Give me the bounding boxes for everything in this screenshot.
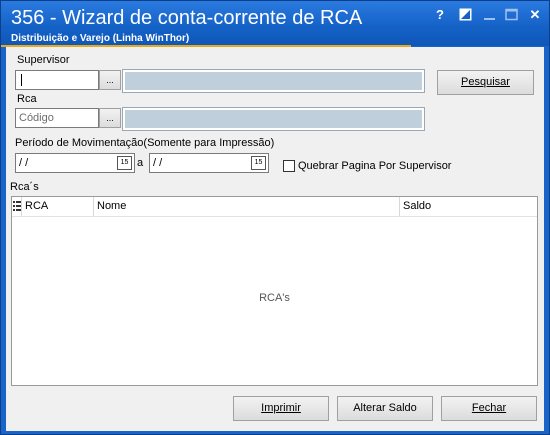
grid-empty-text: RCA's	[259, 292, 290, 304]
window-subtitle: Distribuição e Varejo (Linha WinThor)	[11, 33, 190, 44]
grid-menu-icon[interactable]	[12, 197, 22, 216]
supervisor-code-input[interactable]	[15, 70, 99, 90]
maximize-icon[interactable]	[504, 8, 518, 22]
periodo-end-value: / /	[153, 157, 163, 169]
fechar-label: Fechar	[471, 402, 507, 414]
restore-icon[interactable]	[458, 8, 472, 22]
periodo-start-value: / /	[19, 157, 29, 169]
fechar-button[interactable]: Fechar	[441, 396, 537, 421]
pesquisar-button[interactable]: Pesquisar	[437, 70, 534, 95]
grid-header: RCA Nome Saldo	[12, 197, 537, 217]
rca-name-field	[122, 107, 425, 131]
imprimir-button[interactable]: Imprimir	[233, 396, 329, 421]
periodo-end-input[interactable]: / / 15	[149, 153, 269, 173]
imprimir-label: Imprimir	[261, 402, 301, 414]
column-header-nome[interactable]: Nome	[94, 197, 400, 216]
column-header-saldo[interactable]: Saldo	[400, 197, 537, 216]
title-bar[interactable]: 356 - Wizard de conta-corrente de RCA Di…	[1, 1, 549, 47]
pesquisar-label: Pesquisar	[461, 76, 510, 88]
rca-grid[interactable]: RCA Nome Saldo RCA's	[11, 196, 538, 386]
text-caret	[21, 74, 22, 86]
grid-title: Rca´s	[10, 181, 39, 193]
help-icon[interactable]: ?	[433, 8, 447, 22]
rca-code-placeholder: Código	[19, 112, 54, 124]
calendar-icon[interactable]: 15	[251, 156, 266, 170]
quebrar-pagina-checkbox[interactable]	[283, 160, 295, 172]
column-header-rca[interactable]: RCA	[22, 197, 94, 216]
quebrar-pagina-label[interactable]: Quebrar Pagina Por Supervisor	[298, 160, 451, 172]
window-title: 356 - Wizard de conta-corrente de RCA	[11, 7, 363, 29]
close-icon[interactable]: ✕	[528, 8, 542, 22]
supervisor-name-field	[122, 69, 425, 93]
dialog-body: Supervisor ... Pesquisar Rca Código ... …	[6, 47, 544, 431]
supervisor-label: Supervisor	[17, 54, 70, 66]
calendar-icon[interactable]: 15	[117, 156, 132, 170]
rca-lookup-button[interactable]: ...	[99, 108, 121, 128]
supervisor-lookup-button[interactable]: ...	[99, 70, 121, 90]
rca-label: Rca	[17, 93, 37, 105]
app-window: 356 - Wizard de conta-corrente de RCA Di…	[0, 0, 550, 435]
alterar-saldo-button[interactable]: Alterar Saldo	[337, 396, 433, 421]
periodo-separator: a	[137, 157, 144, 169]
periodo-label: Período de Movimentação(Somente para Imp…	[15, 137, 275, 149]
minimize-icon[interactable]	[482, 8, 496, 22]
rca-code-input[interactable]: Código	[15, 108, 99, 128]
periodo-start-input[interactable]: / / 15	[15, 153, 135, 173]
